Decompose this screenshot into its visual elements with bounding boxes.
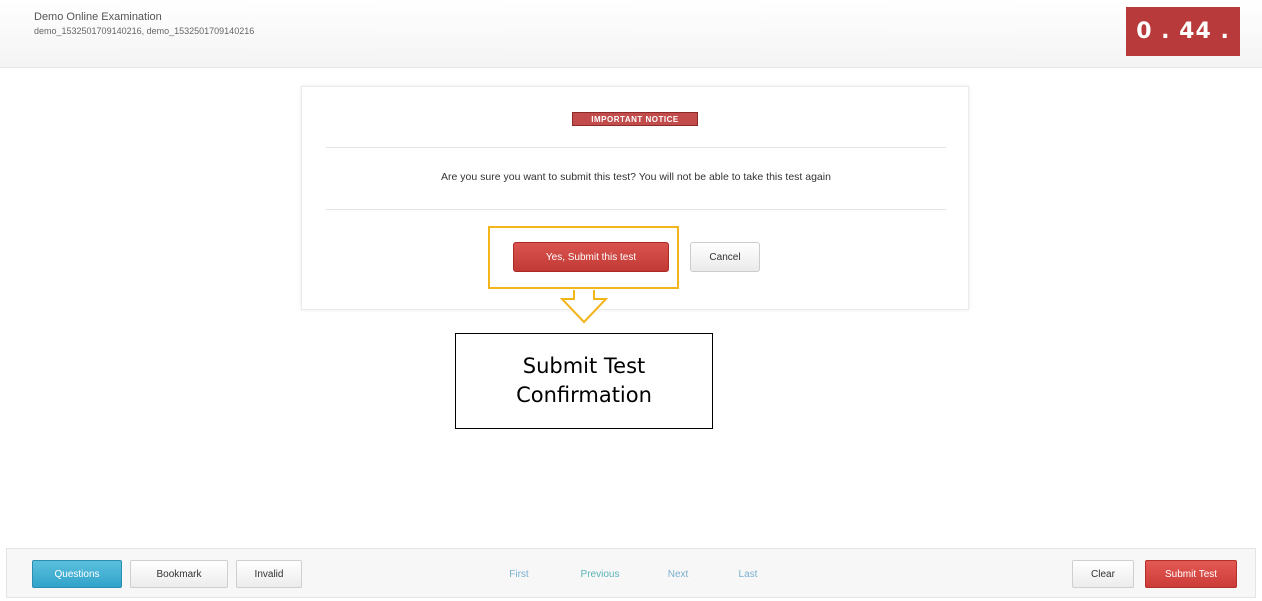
annotation-callout: Submit Test Confirmation <box>455 333 713 429</box>
previous-question-link[interactable]: Previous <box>565 560 635 588</box>
exam-header: Demo Online Examination demo_15325017091… <box>0 0 1262 68</box>
next-question-link[interactable]: Next <box>657 560 699 588</box>
invalid-button[interactable]: Invalid <box>236 560 302 588</box>
dialog-divider-bottom <box>326 209 946 210</box>
annotation-arrow-icon <box>560 290 609 324</box>
navigation-toolbar: Questions Bookmark Invalid First Previou… <box>6 548 1256 598</box>
exam-page: Demo Online Examination demo_15325017091… <box>0 0 1262 601</box>
cancel-button[interactable]: Cancel <box>690 242 760 272</box>
bookmark-button[interactable]: Bookmark <box>130 560 228 588</box>
important-notice-badge: IMPORTANT NOTICE <box>572 112 698 126</box>
annotation-line-1: Submit Test <box>522 354 646 378</box>
submit-test-button[interactable]: Submit Test <box>1145 560 1237 588</box>
clear-button[interactable]: Clear <box>1072 560 1134 588</box>
first-question-link[interactable]: First <box>499 560 539 588</box>
annotation-line-2: Confirmation <box>516 383 652 407</box>
annotation-highlight-frame <box>488 226 679 289</box>
questions-button[interactable]: Questions <box>32 560 122 588</box>
candidate-id-line: demo_1532501709140216, demo_153250170914… <box>34 26 255 36</box>
confirmation-message: Are you sure you want to submit this tes… <box>441 171 831 183</box>
last-question-link[interactable]: Last <box>730 560 766 588</box>
dialog-divider-top <box>326 147 946 148</box>
countdown-timer: 0 . 44 . <box>1126 7 1240 56</box>
exam-title: Demo Online Examination <box>34 11 162 23</box>
